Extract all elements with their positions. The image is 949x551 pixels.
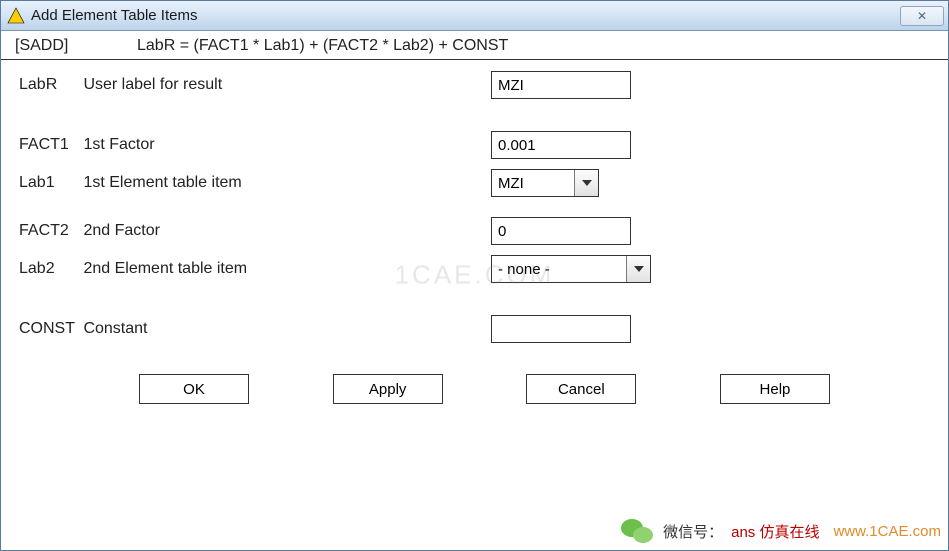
formula-row: [SADD] LabR = (FACT1 * Lab1) + (FACT2 * … bbox=[1, 31, 948, 60]
label-fact1: FACT1 1st Factor bbox=[19, 136, 491, 154]
input-fact2[interactable] bbox=[491, 217, 631, 245]
select-lab2-button[interactable] bbox=[626, 256, 650, 282]
help-button[interactable]: Help bbox=[720, 374, 830, 404]
chevron-down-icon bbox=[634, 266, 644, 272]
select-lab1-value: MZI bbox=[492, 170, 574, 196]
apply-button[interactable]: Apply bbox=[333, 374, 443, 404]
ok-button[interactable]: OK bbox=[139, 374, 249, 404]
formula-expression: LabR = (FACT1 * Lab1) + (FACT2 * Lab2) +… bbox=[137, 37, 508, 55]
dialog-window: Add Element Table Items ✕ [SADD] LabR = … bbox=[0, 0, 949, 551]
window-title: Add Element Table Items bbox=[31, 7, 900, 24]
command-tag: [SADD] bbox=[15, 37, 137, 55]
label-lab1: Lab1 1st Element table item bbox=[19, 174, 491, 192]
row-lab1: Lab1 1st Element table item MZI bbox=[19, 168, 930, 198]
label-const: CONST Constant bbox=[19, 320, 491, 338]
row-lab2: Lab2 2nd Element table item - none - bbox=[19, 254, 930, 284]
row-fact1: FACT1 1st Factor bbox=[19, 130, 930, 160]
label-lab2: Lab2 2nd Element table item bbox=[19, 260, 491, 278]
row-labr: LabR User label for result bbox=[19, 70, 930, 100]
input-const[interactable] bbox=[491, 315, 631, 343]
select-lab2[interactable]: - none - bbox=[491, 255, 651, 283]
close-button[interactable]: ✕ bbox=[900, 6, 944, 26]
button-row: OK Apply Cancel Help bbox=[19, 374, 930, 404]
row-fact2: FACT2 2nd Factor bbox=[19, 216, 930, 246]
input-fact1[interactable] bbox=[491, 131, 631, 159]
input-labr[interactable] bbox=[491, 71, 631, 99]
label-fact2: FACT2 2nd Factor bbox=[19, 222, 491, 240]
row-const: CONST Constant bbox=[19, 314, 930, 344]
app-icon bbox=[7, 7, 25, 25]
select-lab1[interactable]: MZI bbox=[491, 169, 599, 197]
form-content: LabR User label for result FACT1 1st Fac… bbox=[1, 60, 948, 550]
select-lab2-value: - none - bbox=[492, 256, 626, 282]
select-lab1-button[interactable] bbox=[574, 170, 598, 196]
chevron-down-icon bbox=[582, 180, 592, 186]
label-labr: LabR User label for result bbox=[19, 76, 491, 94]
close-icon: ✕ bbox=[917, 9, 927, 23]
titlebar: Add Element Table Items ✕ bbox=[1, 1, 948, 31]
cancel-button[interactable]: Cancel bbox=[526, 374, 636, 404]
